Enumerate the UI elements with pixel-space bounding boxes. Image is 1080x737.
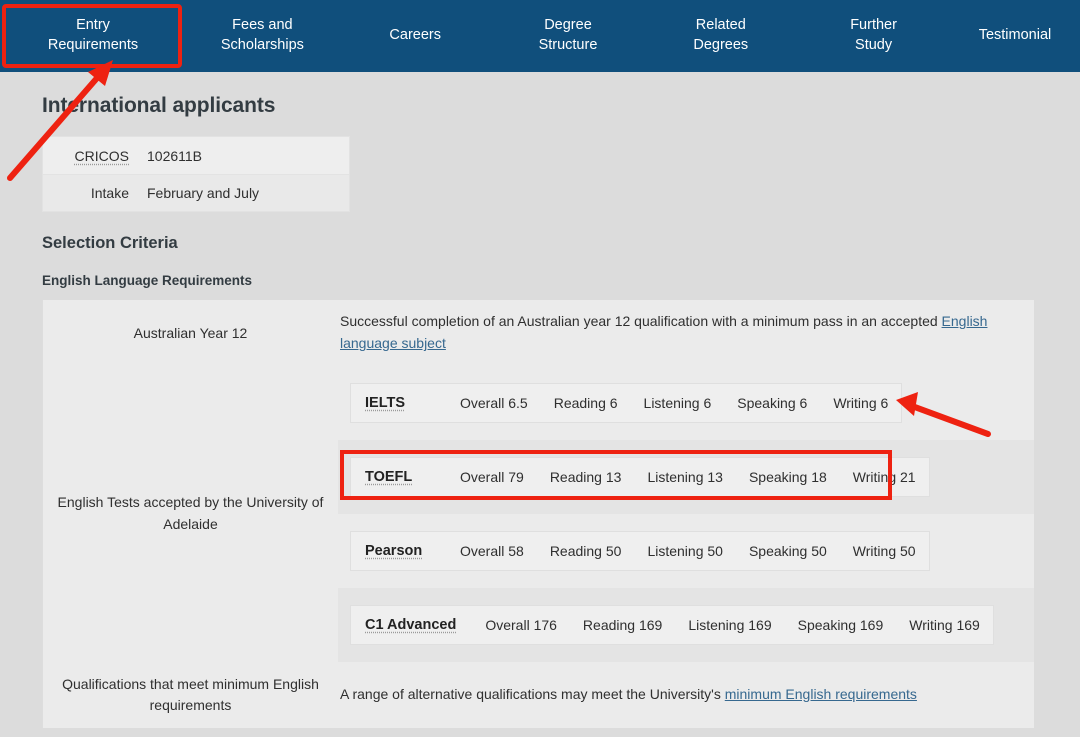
heading-english-language-requirements: English Language Requirements — [42, 273, 1080, 288]
info-row-cricos: CRICOS 102611B — [43, 137, 349, 174]
row-label-minimum-qualifications: Qualifications that meet minimum English… — [43, 662, 338, 728]
link-minimum-english-requirements[interactable]: minimum English requirements — [725, 686, 917, 702]
english-language-requirements-table: Australian Year 12 Successful completion… — [42, 300, 1034, 728]
test-name-c1-advanced: C1 Advanced — [351, 606, 472, 644]
nav-tab-related-degrees[interactable]: Related Degrees — [644, 0, 797, 72]
test-band-c1-advanced: C1 Advanced Overall 176 Reading 169 List… — [338, 588, 1034, 662]
info-label-cricos: CRICOS — [43, 148, 129, 164]
ielts-writing: Writing 6 — [820, 384, 901, 422]
heading-selection-criteria: Selection Criteria — [42, 234, 1080, 253]
c1-writing: Writing 169 — [896, 606, 993, 644]
table-row-minimum-qualifications: Qualifications that meet minimum English… — [43, 662, 1034, 728]
row-label-australian-year-12: Australian Year 12 — [43, 300, 338, 366]
year12-description-text: Successful completion of an Australian y… — [340, 313, 942, 329]
page-content: International applicants CRICOS 102611B … — [0, 72, 1080, 737]
score-box-ielts: IELTS Overall 6.5 Reading 6 Listening 6 … — [350, 383, 902, 423]
english-tests-list: IELTS Overall 6.5 Reading 6 Listening 6 … — [338, 366, 1034, 662]
table-row-english-tests: English Tests accepted by the University… — [43, 366, 1034, 662]
c1-overall: Overall 176 — [472, 606, 570, 644]
toefl-speaking: Speaking 18 — [736, 458, 840, 496]
pearson-reading: Reading 50 — [537, 532, 635, 570]
c1-reading: Reading 169 — [570, 606, 675, 644]
row-value-minimum-qualifications: A range of alternative qualifications ma… — [338, 662, 1034, 728]
score-box-toefl: TOEFL Overall 79 Reading 13 Listening 13… — [350, 457, 930, 497]
nav-tab-careers[interactable]: Careers — [339, 0, 492, 72]
nav-tab-degree-structure[interactable]: Degree Structure — [492, 0, 645, 72]
info-row-intake: Intake February and July — [43, 174, 349, 211]
pearson-listening: Listening 50 — [634, 532, 736, 570]
test-band-toefl: TOEFL Overall 79 Reading 13 Listening 13… — [338, 440, 1034, 514]
table-row-australian-year-12: Australian Year 12 Successful completion… — [43, 300, 1034, 366]
nav-tab-entry-requirements[interactable]: Entry Requirements — [0, 0, 186, 72]
info-value-intake: February and July — [129, 185, 259, 201]
c1-listening: Listening 169 — [675, 606, 784, 644]
page-title: International applicants — [42, 94, 1080, 118]
score-box-pearson: Pearson Overall 58 Reading 50 Listening … — [350, 531, 930, 571]
minimum-description-text: A range of alternative qualifications ma… — [340, 686, 725, 702]
course-info-box: CRICOS 102611B Intake February and July — [42, 136, 350, 212]
test-band-pearson: Pearson Overall 58 Reading 50 Listening … — [338, 514, 1034, 588]
info-value-cricos: 102611B — [129, 148, 202, 164]
test-name-toefl: TOEFL — [351, 458, 447, 496]
toefl-reading: Reading 13 — [537, 458, 635, 496]
course-section-navbar: Entry Requirements Fees and Scholarships… — [0, 0, 1080, 72]
pearson-writing: Writing 50 — [840, 532, 929, 570]
toefl-overall: Overall 79 — [447, 458, 537, 496]
nav-tab-fees-and-scholarships[interactable]: Fees and Scholarships — [186, 0, 339, 72]
c1-speaking: Speaking 169 — [785, 606, 897, 644]
row-label-english-tests: English Tests accepted by the University… — [43, 366, 338, 662]
ielts-listening: Listening 6 — [631, 384, 725, 422]
ielts-reading: Reading 6 — [541, 384, 631, 422]
nav-tab-testimonial[interactable]: Testimonial — [950, 0, 1080, 72]
toefl-listening: Listening 13 — [634, 458, 736, 496]
pearson-speaking: Speaking 50 — [736, 532, 840, 570]
ielts-speaking: Speaking 6 — [724, 384, 820, 422]
test-name-pearson: Pearson — [351, 532, 447, 570]
score-box-c1-advanced: C1 Advanced Overall 176 Reading 169 List… — [350, 605, 994, 645]
test-name-ielts: IELTS — [351, 384, 447, 422]
info-label-intake: Intake — [43, 185, 129, 201]
pearson-overall: Overall 58 — [447, 532, 537, 570]
test-band-ielts: IELTS Overall 6.5 Reading 6 Listening 6 … — [338, 366, 1034, 440]
nav-tab-further-study[interactable]: Further Study — [797, 0, 950, 72]
row-value-australian-year-12: Successful completion of an Australian y… — [338, 300, 1034, 366]
toefl-writing: Writing 21 — [840, 458, 929, 496]
ielts-overall: Overall 6.5 — [447, 384, 541, 422]
